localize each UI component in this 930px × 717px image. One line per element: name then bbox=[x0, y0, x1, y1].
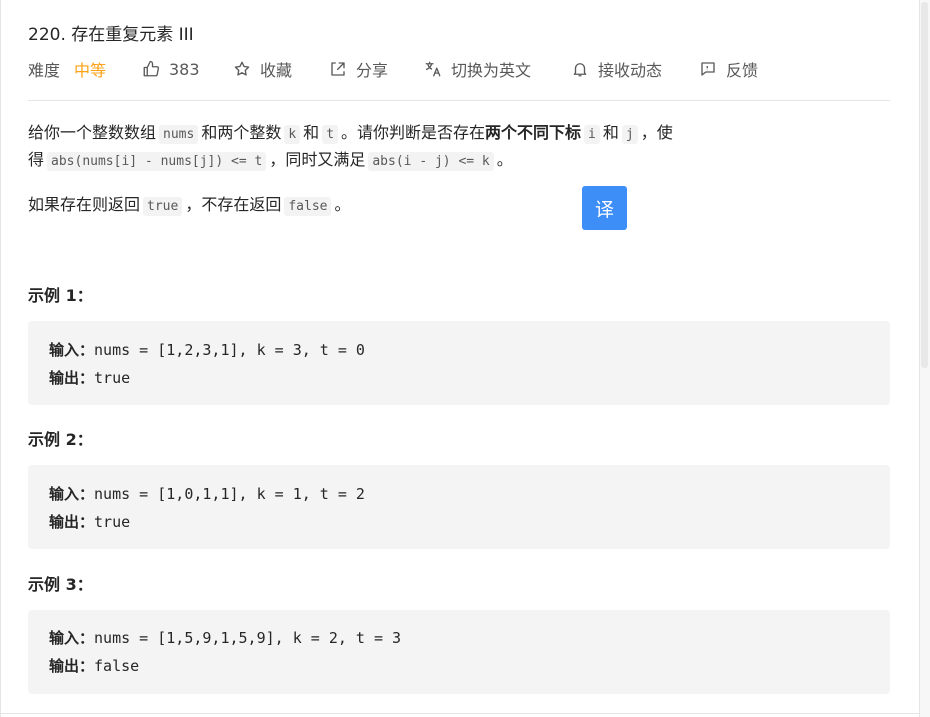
difficulty-badge: 中等 bbox=[74, 61, 107, 80]
example-code-block: 输入：nums = [1,5,9,1,5,9], k = 2, t = 3 输出… bbox=[28, 610, 890, 694]
thumbs-up-icon bbox=[143, 60, 160, 77]
inline-code: true bbox=[143, 197, 183, 216]
inline-code: t bbox=[322, 125, 339, 144]
example-output-line: 输出：false bbox=[49, 655, 139, 676]
output-value: false bbox=[94, 657, 140, 675]
problem-meta-bar: 难度 中等 383 收藏 分享 切换为英文 接收动态 反馈 bbox=[28, 57, 890, 81]
share-button[interactable]: 分享 bbox=[329, 57, 388, 81]
output-value: true bbox=[94, 369, 131, 387]
switch-language-label: 切换为英文 bbox=[451, 61, 532, 80]
inline-code: abs(i - j) <= k bbox=[368, 152, 494, 171]
panel-left-border bbox=[0, 0, 1, 717]
description-text: ，同时又满足 bbox=[269, 150, 366, 169]
inline-code: k bbox=[284, 125, 301, 144]
example-output-line: 输出：true bbox=[49, 367, 130, 388]
input-label: 输入： bbox=[49, 341, 95, 359]
example-output-line: 输出：true bbox=[49, 511, 130, 532]
output-label: 输出： bbox=[49, 657, 95, 675]
inline-code: false bbox=[284, 197, 332, 216]
star-icon bbox=[234, 61, 250, 76]
translate-icon bbox=[425, 61, 441, 77]
feedback-icon bbox=[701, 62, 715, 76]
description-line-3: 如果存在则返回 true ，不存在返回 false。 bbox=[28, 191, 351, 220]
subscribe-label: 接收动态 bbox=[598, 61, 663, 80]
input-label: 输入： bbox=[49, 485, 95, 503]
description-text: 。 bbox=[334, 195, 351, 214]
example-code-block: 输入：nums = [1,0,1,1], k = 1, t = 2 输出：tru… bbox=[28, 465, 890, 549]
description-text: 和两个整数 bbox=[201, 123, 282, 142]
description-text: 。 bbox=[496, 150, 513, 169]
example-input-line: 输入：nums = [1,0,1,1], k = 1, t = 2 bbox=[49, 483, 365, 504]
output-label: 输出： bbox=[49, 369, 95, 387]
input-value: nums = [1,5,9,1,5,9], k = 2, t = 3 bbox=[94, 629, 402, 647]
like-count: 383 bbox=[169, 59, 200, 79]
output-value: true bbox=[94, 513, 131, 531]
description-text: ，使 bbox=[640, 123, 673, 142]
description-text: 如果存在则返回 bbox=[28, 195, 141, 214]
example-code-block: 输入：nums = [1,2,3,1], k = 3, t = 0 输出：tru… bbox=[28, 321, 890, 405]
description-text: 得 bbox=[28, 150, 45, 169]
share-label: 分享 bbox=[356, 61, 389, 80]
translate-button[interactable]: 译 bbox=[582, 186, 627, 230]
inline-code: abs(nums[i] - nums[j]) <= t bbox=[47, 152, 267, 171]
feedback-button[interactable]: 反馈 bbox=[699, 57, 758, 81]
example-input-line: 输入：nums = [1,2,3,1], k = 3, t = 0 bbox=[49, 339, 365, 360]
description-bold-text: 两个不同下标 bbox=[485, 123, 582, 142]
description-text: 和 bbox=[602, 123, 619, 142]
description-text: 给你一个整数数组 bbox=[28, 123, 157, 142]
description-line-2: 得 abs(nums[i] - nums[j]) <= t ，同时又满足 abs(i … bbox=[28, 146, 513, 175]
like-button[interactable]: 383 bbox=[142, 57, 200, 81]
bell-icon bbox=[573, 63, 587, 77]
output-label: 输出： bbox=[49, 513, 95, 531]
description-text: 和 bbox=[303, 123, 320, 142]
switch-language-button[interactable]: 切换为英文 bbox=[424, 57, 531, 81]
input-value: nums = [1,0,1,1], k = 1, t = 2 bbox=[94, 485, 365, 503]
share-icon bbox=[331, 62, 345, 76]
description-line-1: 给你一个整数数组 nums 和两个整数 k 和 t 。请你判断是否存在两个不同下标 i 和 j ，使 bbox=[28, 119, 673, 148]
inline-code: nums bbox=[159, 125, 199, 144]
input-value: nums = [1,2,3,1], k = 3, t = 0 bbox=[94, 341, 365, 359]
favorite-button[interactable]: 收藏 bbox=[233, 57, 292, 81]
favorite-label: 收藏 bbox=[260, 61, 293, 80]
inline-code: i bbox=[584, 125, 600, 144]
description-text: ，不存在返回 bbox=[185, 195, 282, 214]
example-title: 示例 1： bbox=[28, 286, 93, 305]
input-label: 输入： bbox=[49, 629, 95, 647]
example-title: 示例 3： bbox=[28, 575, 93, 594]
divider bbox=[28, 100, 890, 101]
description-text: 。请你判断是否存在 bbox=[341, 123, 486, 142]
example-title: 示例 2： bbox=[28, 430, 93, 449]
inline-code: j bbox=[621, 125, 638, 144]
scrollbar-thumb[interactable] bbox=[921, 2, 928, 368]
difficulty-label: 难度 bbox=[28, 61, 61, 80]
subscribe-button[interactable]: 接收动态 bbox=[571, 57, 662, 81]
example-input-line: 输入：nums = [1,5,9,1,5,9], k = 2, t = 3 bbox=[49, 627, 401, 648]
panel-bottom-border bbox=[0, 713, 919, 714]
problem-title: 220. 存在重复元素 III bbox=[28, 25, 194, 45]
feedback-label: 反馈 bbox=[726, 61, 759, 80]
